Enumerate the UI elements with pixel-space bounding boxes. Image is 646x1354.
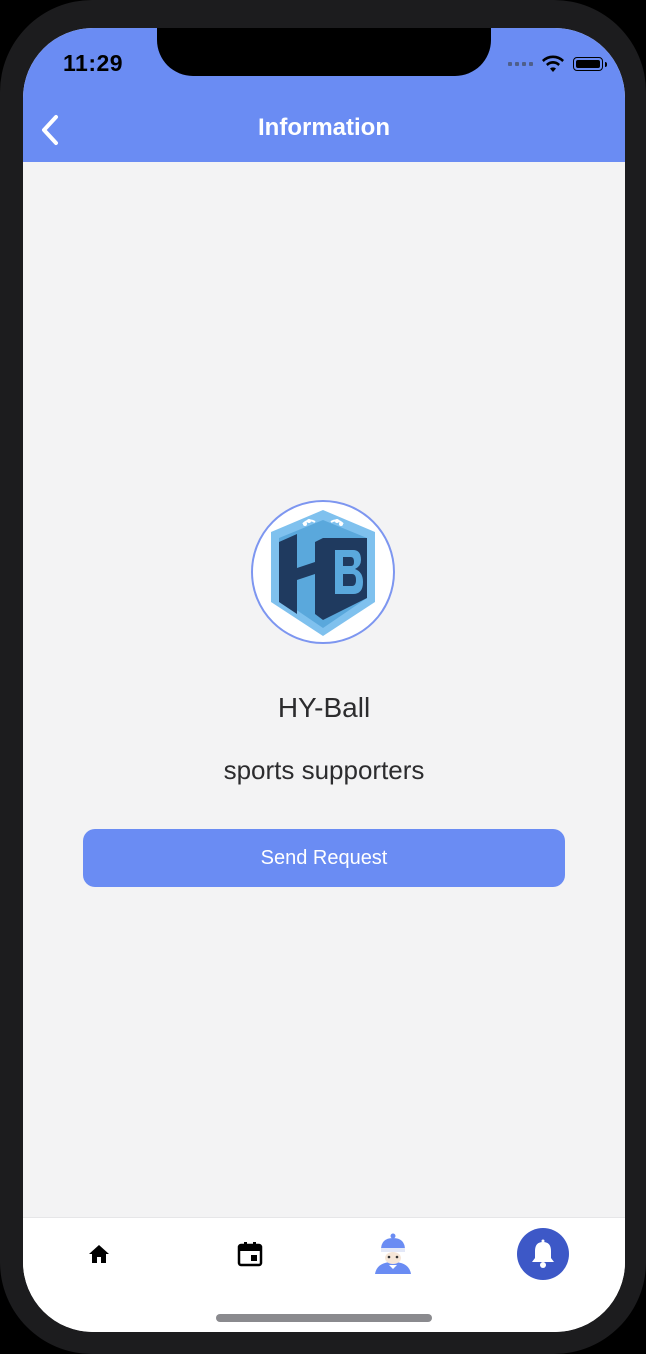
home-indicator bbox=[216, 1314, 432, 1322]
status-icons bbox=[508, 54, 607, 74]
hyball-crest-icon bbox=[271, 510, 375, 636]
calendar-icon bbox=[237, 1242, 263, 1267]
wifi-icon bbox=[542, 55, 564, 72]
tab-calendar[interactable] bbox=[220, 1226, 280, 1282]
battery-icon bbox=[573, 57, 607, 71]
notch bbox=[157, 28, 491, 76]
tab-profile[interactable] bbox=[363, 1226, 423, 1282]
send-request-button[interactable]: Send Request bbox=[83, 829, 565, 887]
team-description: sports supporters bbox=[223, 755, 425, 785]
signal-icon bbox=[508, 62, 533, 66]
avatar-icon bbox=[375, 1233, 411, 1274]
tab-home[interactable] bbox=[69, 1226, 129, 1282]
team-logo bbox=[251, 500, 395, 644]
device-frame: 11:29 Information HY-Ball sports support… bbox=[0, 0, 646, 1354]
notifications-active-indicator bbox=[517, 1228, 569, 1280]
status-time: 11:29 bbox=[63, 50, 124, 76]
team-name: HY-Ball bbox=[277, 692, 371, 723]
screen: 11:29 Information HY-Ball sports support… bbox=[23, 28, 625, 1332]
tab-notifications[interactable] bbox=[513, 1226, 573, 1282]
tab-bar bbox=[23, 1217, 625, 1332]
home-icon bbox=[89, 1245, 109, 1263]
page-title: Information bbox=[258, 114, 390, 141]
bell-icon bbox=[532, 1239, 554, 1268]
header-bar: 11:29 Information bbox=[23, 28, 625, 162]
